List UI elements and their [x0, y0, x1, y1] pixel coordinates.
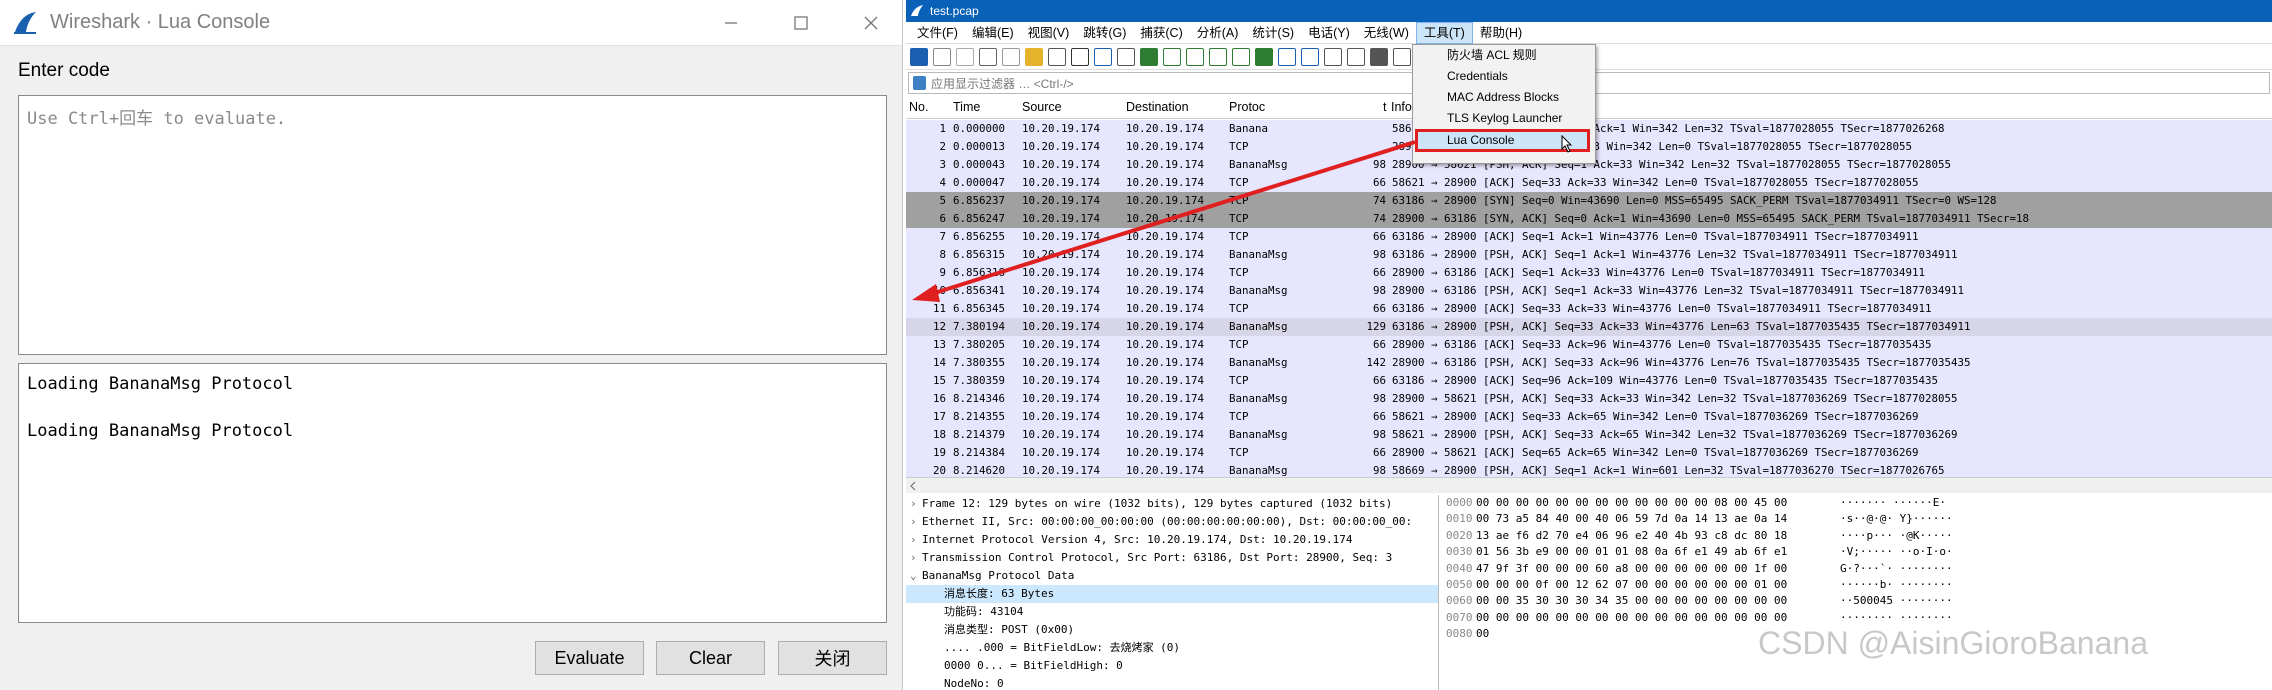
watermark: CSDN @AisinGioroBanana	[1758, 625, 2148, 661]
annotation-arrow	[912, 140, 1416, 302]
